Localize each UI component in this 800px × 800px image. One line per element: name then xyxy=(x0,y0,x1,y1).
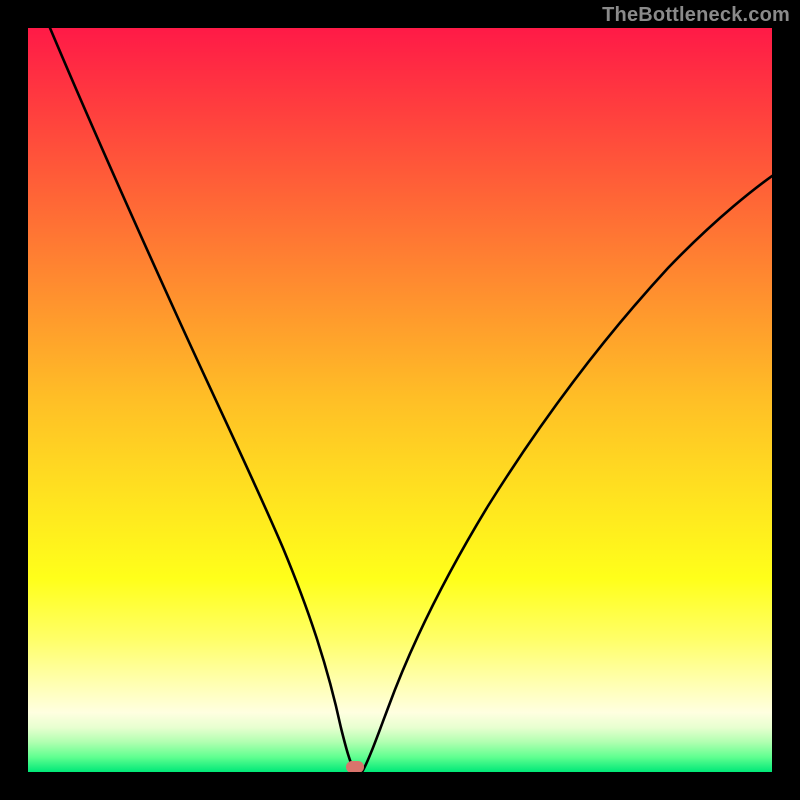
minimum-marker xyxy=(346,761,364,772)
plot-area xyxy=(28,28,772,772)
chart-frame: TheBottleneck.com xyxy=(0,0,800,800)
watermark-text: TheBottleneck.com xyxy=(602,4,790,27)
bottleneck-curve xyxy=(50,28,772,772)
curve-svg xyxy=(28,28,772,772)
